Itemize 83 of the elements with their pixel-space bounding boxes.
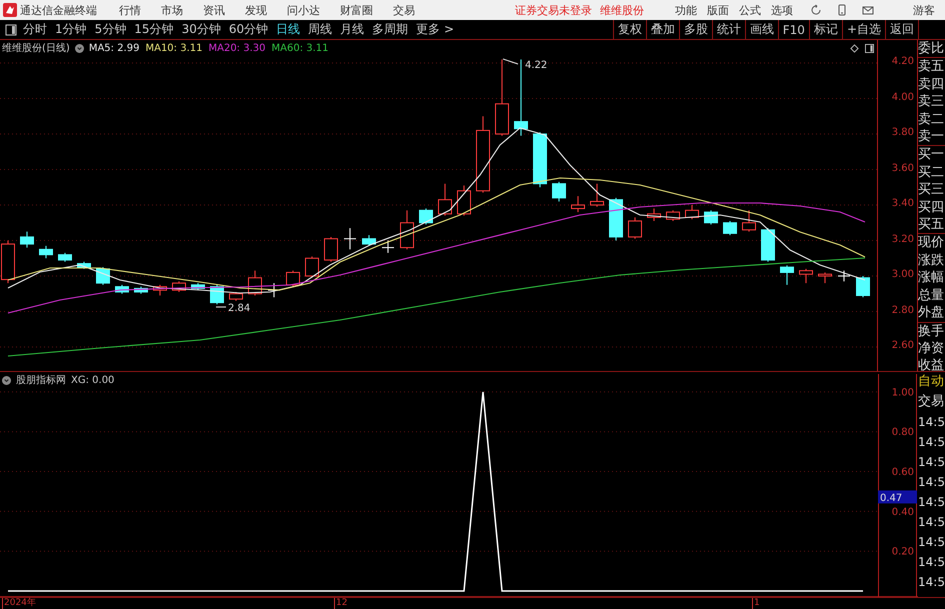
period-tab[interactable]: 1分钟 [55, 21, 87, 38]
date-axis-label: 12 [334, 598, 348, 609]
indicator-axis-label: 0.80 [892, 427, 914, 438]
trade-panel-label: 14:5 [918, 554, 945, 571]
menu-item[interactable]: 发现 [245, 2, 267, 18]
quote-field-label: 卖三 [918, 93, 945, 111]
date-axis-label: 1 [752, 598, 760, 609]
quote-field-label: 换手 [918, 322, 945, 340]
menu-item[interactable]: 功能 [675, 2, 697, 18]
period-tab[interactable]: 日线 [276, 21, 300, 38]
indicator-axis-label: 1.00 [892, 387, 914, 398]
quote-field-label: 外盘 [918, 304, 945, 322]
indicator-reading: XG: 0.00 [71, 374, 114, 386]
menu-item[interactable]: 行情 [119, 2, 141, 18]
date-axis-label: 2024年 [2, 598, 36, 609]
trade-panel-label: 14:5 [918, 414, 945, 431]
trade-panel-label: 14:5 [918, 474, 945, 491]
quote-field-label: 买四 [918, 198, 945, 216]
ma-legend-label: MA60: 3.11 [272, 42, 329, 54]
period-tab[interactable]: 多周期 [372, 21, 408, 38]
ma-legend-label: MA10: 3.11 [145, 42, 202, 54]
menu-item[interactable]: 选项 [771, 2, 793, 18]
period-tab[interactable]: 5分钟 [94, 21, 126, 38]
quote-field-label: 卖四 [918, 76, 945, 94]
price-axis-label: 3.60 [892, 162, 914, 174]
price-axis-label: 2.80 [892, 304, 914, 316]
trade-panel-label: 14:5 [918, 494, 945, 511]
indicator-axis-label: 0.20 [892, 546, 914, 558]
cursor-value-label: 0.47 [880, 492, 902, 504]
quote-field-label: 买三 [918, 181, 945, 199]
price-axis-label: 2.60 [892, 340, 914, 351]
quote-field-label: 卖一 [918, 128, 945, 146]
trade-panel-label[interactable]: 自动 [918, 372, 945, 392]
menu-item[interactable]: 交易 [393, 2, 415, 18]
quote-field-label: 买一 [918, 146, 945, 164]
quote-field-label: 涨幅 [918, 269, 945, 287]
period-tab[interactable]: 更多 > [416, 21, 454, 38]
trade-panel-label: 14:5 [918, 574, 945, 591]
quote-field-label: 卖五 [918, 58, 945, 76]
price-axis-label: 3.00 [892, 269, 914, 280]
menu-item[interactable]: 资讯 [203, 2, 225, 18]
price-axis-label: 3.80 [892, 127, 914, 138]
quote-field-label: 卖二 [918, 110, 945, 128]
trade-panel-label: 14:5 [918, 534, 945, 551]
quote-field-label: 现价 [918, 234, 945, 252]
app-title: 通达信金融终端 [20, 2, 97, 18]
ma-legend-label: MA5: 2.99 [88, 42, 140, 54]
price-axis-label: 3.40 [892, 198, 914, 209]
quote-field-label: 收益 [918, 357, 945, 371]
user-name[interactable]: 游客 [913, 2, 935, 18]
menu-item[interactable]: 问小达 [287, 2, 320, 18]
menu-item[interactable]: 市场 [161, 2, 183, 18]
indicator-axis-label: 0.60 [892, 467, 914, 478]
period-tab[interactable]: 30分钟 [182, 21, 221, 38]
chart-title: 维维股份(日线) [2, 42, 70, 55]
high-price-label: 4.22 [525, 60, 548, 71]
trade-panel-label: 14:5 [918, 454, 945, 471]
price-axis-label: 4.00 [892, 92, 914, 102]
stock-link[interactable]: 维维股份 [600, 2, 644, 18]
period-tab[interactable]: 月线 [340, 21, 364, 38]
login-status[interactable]: 证券交易未登录 [515, 2, 592, 18]
period-tab[interactable]: 60分钟 [228, 21, 268, 38]
price-axis-label: 4.20 [892, 56, 914, 67]
ma-legend-label: MA20: 3.30 [208, 42, 266, 54]
quote-field-label: 买二 [918, 164, 945, 182]
menu-item[interactable]: 财富圈 [340, 2, 373, 18]
quote-field-label: 买五 [918, 216, 945, 234]
trade-panel-label: 14:5 [918, 434, 945, 451]
indicator-title: 股朋指标网 [16, 374, 66, 387]
menu-item[interactable]: 版面 [707, 2, 729, 18]
trade-panel-label: 交易 [918, 393, 945, 411]
trade-panel-label: 14:5 [918, 514, 945, 531]
quote-field-label: 总量 [918, 286, 945, 304]
quote-field-label: 委比 [918, 40, 945, 58]
period-tab[interactable]: 分时 [23, 21, 47, 38]
period-tab[interactable]: 周线 [308, 21, 332, 38]
period-tab[interactable]: 15分钟 [134, 21, 174, 38]
price-axis-label: 3.20 [892, 234, 914, 244]
indicator-axis-label: 0.40 [892, 506, 914, 518]
menu-item[interactable]: 公式 [739, 2, 761, 18]
quote-field-label: 涨跌 [918, 252, 945, 270]
quote-field-label: 净资 [918, 340, 945, 358]
low-price-label: 2.84 [228, 303, 250, 314]
